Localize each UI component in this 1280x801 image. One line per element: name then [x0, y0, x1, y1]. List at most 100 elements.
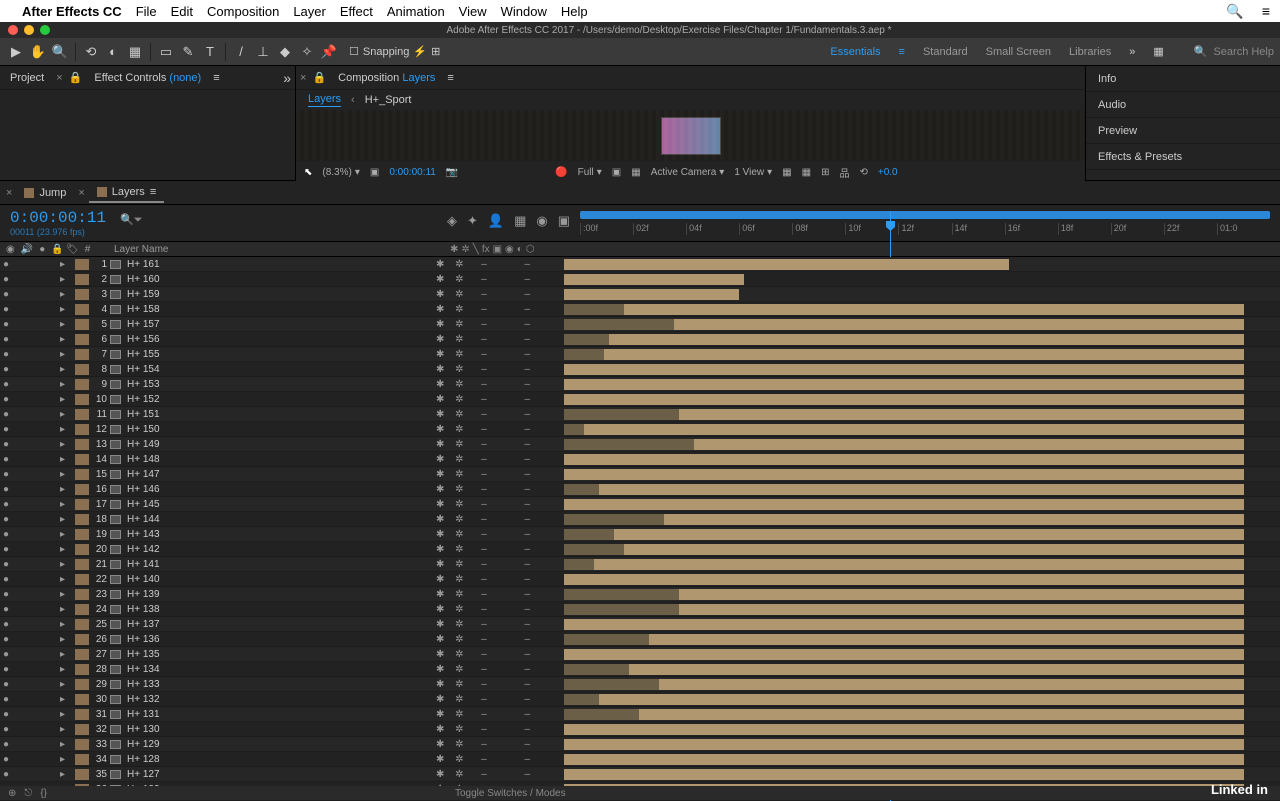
orbit-tool-icon[interactable]: ⟲ [81, 42, 101, 62]
layer-row[interactable]: ●▸30H+ 132✱ ✲ – – [0, 692, 1280, 707]
composition-mini-flowchart-icon[interactable]: ◈ [447, 213, 457, 229]
roi-icon[interactable]: ▣ [612, 167, 621, 178]
switch-icon[interactable]: fx [482, 244, 490, 255]
layer-switches[interactable]: ✱ ✲ – – [434, 559, 564, 570]
layer-switches[interactable]: ✱ ✲ – – [434, 649, 564, 660]
twirl-icon[interactable]: ▸ [60, 724, 72, 735]
audio-panel[interactable]: Audio [1086, 92, 1280, 118]
video-eye-icon[interactable]: ● [0, 754, 12, 765]
layer-bar-track[interactable] [564, 692, 1280, 707]
layer-bar-track[interactable] [564, 527, 1280, 542]
label-color[interactable] [75, 754, 89, 765]
layer-name[interactable]: H+ 130 [124, 724, 434, 735]
video-eye-icon[interactable]: ● [0, 259, 12, 270]
video-eye-icon[interactable]: ● [0, 589, 12, 600]
motion-blur-icon[interactable]: ◉ [536, 213, 547, 229]
menu-effect[interactable]: Effect [340, 4, 373, 19]
label-color[interactable] [75, 319, 89, 330]
layer-switches[interactable]: ✱ ✲ – – [434, 499, 564, 510]
layer-name[interactable]: H+ 160 [124, 274, 434, 285]
pixel-aspect-icon[interactable]: ▦ [782, 167, 791, 178]
layer-name[interactable]: H+ 144 [124, 514, 434, 525]
workspace-overflow-icon[interactable]: » [1129, 46, 1135, 58]
label-color[interactable] [75, 724, 89, 735]
switch-icon[interactable]: ⬡ [526, 244, 535, 255]
fast-preview-icon[interactable]: ▦ [802, 167, 811, 178]
layer-bar-track[interactable] [564, 617, 1280, 632]
layer-bar-track[interactable] [564, 272, 1280, 287]
label-color[interactable] [75, 739, 89, 750]
layer-search-icon[interactable]: 🔍⏷ [120, 213, 143, 227]
video-eye-icon[interactable]: ● [0, 349, 12, 360]
twirl-icon[interactable]: ▸ [60, 439, 72, 450]
layer-name[interactable]: H+ 138 [124, 604, 434, 615]
snapping-options-icon[interactable]: ⚡ [413, 45, 427, 58]
twirl-icon[interactable]: ▸ [60, 319, 72, 330]
work-area-bar[interactable] [580, 211, 1270, 219]
timeline-tab-jump[interactable]: Jump [16, 184, 74, 202]
layer-switches[interactable]: ✱ ✲ – – [434, 259, 564, 270]
traffic-lights[interactable] [0, 25, 58, 35]
layer-name[interactable]: H+ 137 [124, 619, 434, 630]
video-eye-icon[interactable]: ● [0, 499, 12, 510]
workspace-standard[interactable]: Standard [923, 46, 968, 58]
layer-switches[interactable]: ✱ ✲ – – [434, 544, 564, 555]
layer-name[interactable]: H+ 151 [124, 409, 434, 420]
tab-close-icon[interactable]: × [56, 72, 62, 84]
video-eye-icon[interactable]: ● [0, 334, 12, 345]
twirl-icon[interactable]: ▸ [60, 649, 72, 660]
video-eye-icon[interactable]: ● [0, 274, 12, 285]
effect-controls-tab[interactable]: Effect Controls (none) [88, 69, 207, 87]
label-color[interactable] [75, 334, 89, 345]
video-eye-icon[interactable]: ● [0, 724, 12, 735]
time-ruler[interactable]: :00f02f04f06f08f10f12f14f16f18f20f22f01:… [580, 223, 1270, 237]
layer-bar-track[interactable] [564, 287, 1280, 302]
layer-switches[interactable]: ✱ ✲ – – [434, 289, 564, 300]
eraser-tool-icon[interactable]: ◆ [275, 42, 295, 62]
layer-name[interactable]: H+ 143 [124, 529, 434, 540]
label-color[interactable] [75, 604, 89, 615]
close-window-icon[interactable] [8, 25, 18, 35]
video-eye-icon[interactable]: ● [0, 649, 12, 660]
tab-close-icon[interactable]: × [6, 187, 12, 199]
layer-row[interactable]: ●▸17H+ 145✱ ✲ – – [0, 497, 1280, 512]
label-color[interactable] [75, 514, 89, 525]
camera-tool-icon[interactable]: ▦ [125, 42, 145, 62]
layer-bar-track[interactable] [564, 407, 1280, 422]
layer-name[interactable]: H+ 156 [124, 334, 434, 345]
layer-row[interactable]: ●▸27H+ 135✱ ✲ – – [0, 647, 1280, 662]
video-eye-icon[interactable]: ● [0, 409, 12, 420]
layer-switches[interactable]: ✱ ✲ – – [434, 469, 564, 480]
label-color[interactable] [75, 574, 89, 585]
layer-name[interactable]: H+ 136 [124, 634, 434, 645]
layer-bar-track[interactable] [564, 767, 1280, 782]
layer-bar-track[interactable] [564, 677, 1280, 692]
label-color[interactable] [75, 379, 89, 390]
twirl-icon[interactable]: ▸ [60, 484, 72, 495]
reset-exposure-icon[interactable]: ⟲ [859, 167, 867, 178]
info-panel[interactable]: Info [1086, 66, 1280, 92]
twirl-icon[interactable]: ▸ [60, 679, 72, 690]
menu-file[interactable]: File [136, 4, 157, 19]
solo-header-icon[interactable]: ● [39, 244, 45, 255]
twirl-icon[interactable]: ▸ [60, 634, 72, 645]
video-eye-icon[interactable]: ● [0, 679, 12, 690]
video-eye-icon[interactable]: ● [0, 289, 12, 300]
snapping-checkbox[interactable]: ☐ [349, 45, 359, 58]
video-eye-icon[interactable]: ● [0, 664, 12, 675]
toggle-switches-icon[interactable]: ⎋ [24, 788, 32, 799]
twirl-icon[interactable]: ▸ [60, 334, 72, 345]
preview-panel[interactable]: Preview [1086, 118, 1280, 144]
panel-menu-icon[interactable]: ≡ [447, 72, 453, 84]
twirl-icon[interactable]: ▸ [60, 454, 72, 465]
layer-name[interactable]: H+ 159 [124, 289, 434, 300]
shy-icon[interactable]: 👤 [488, 213, 504, 229]
twirl-icon[interactable]: ▸ [60, 289, 72, 300]
twirl-icon[interactable]: ▸ [60, 664, 72, 675]
switch-icon[interactable]: ✱ [450, 244, 458, 255]
menu-animation[interactable]: Animation [387, 4, 445, 19]
label-color[interactable] [75, 589, 89, 600]
flowchart-icon[interactable]: 品 [839, 165, 849, 180]
label-color[interactable] [75, 469, 89, 480]
twirl-icon[interactable]: ▸ [60, 544, 72, 555]
